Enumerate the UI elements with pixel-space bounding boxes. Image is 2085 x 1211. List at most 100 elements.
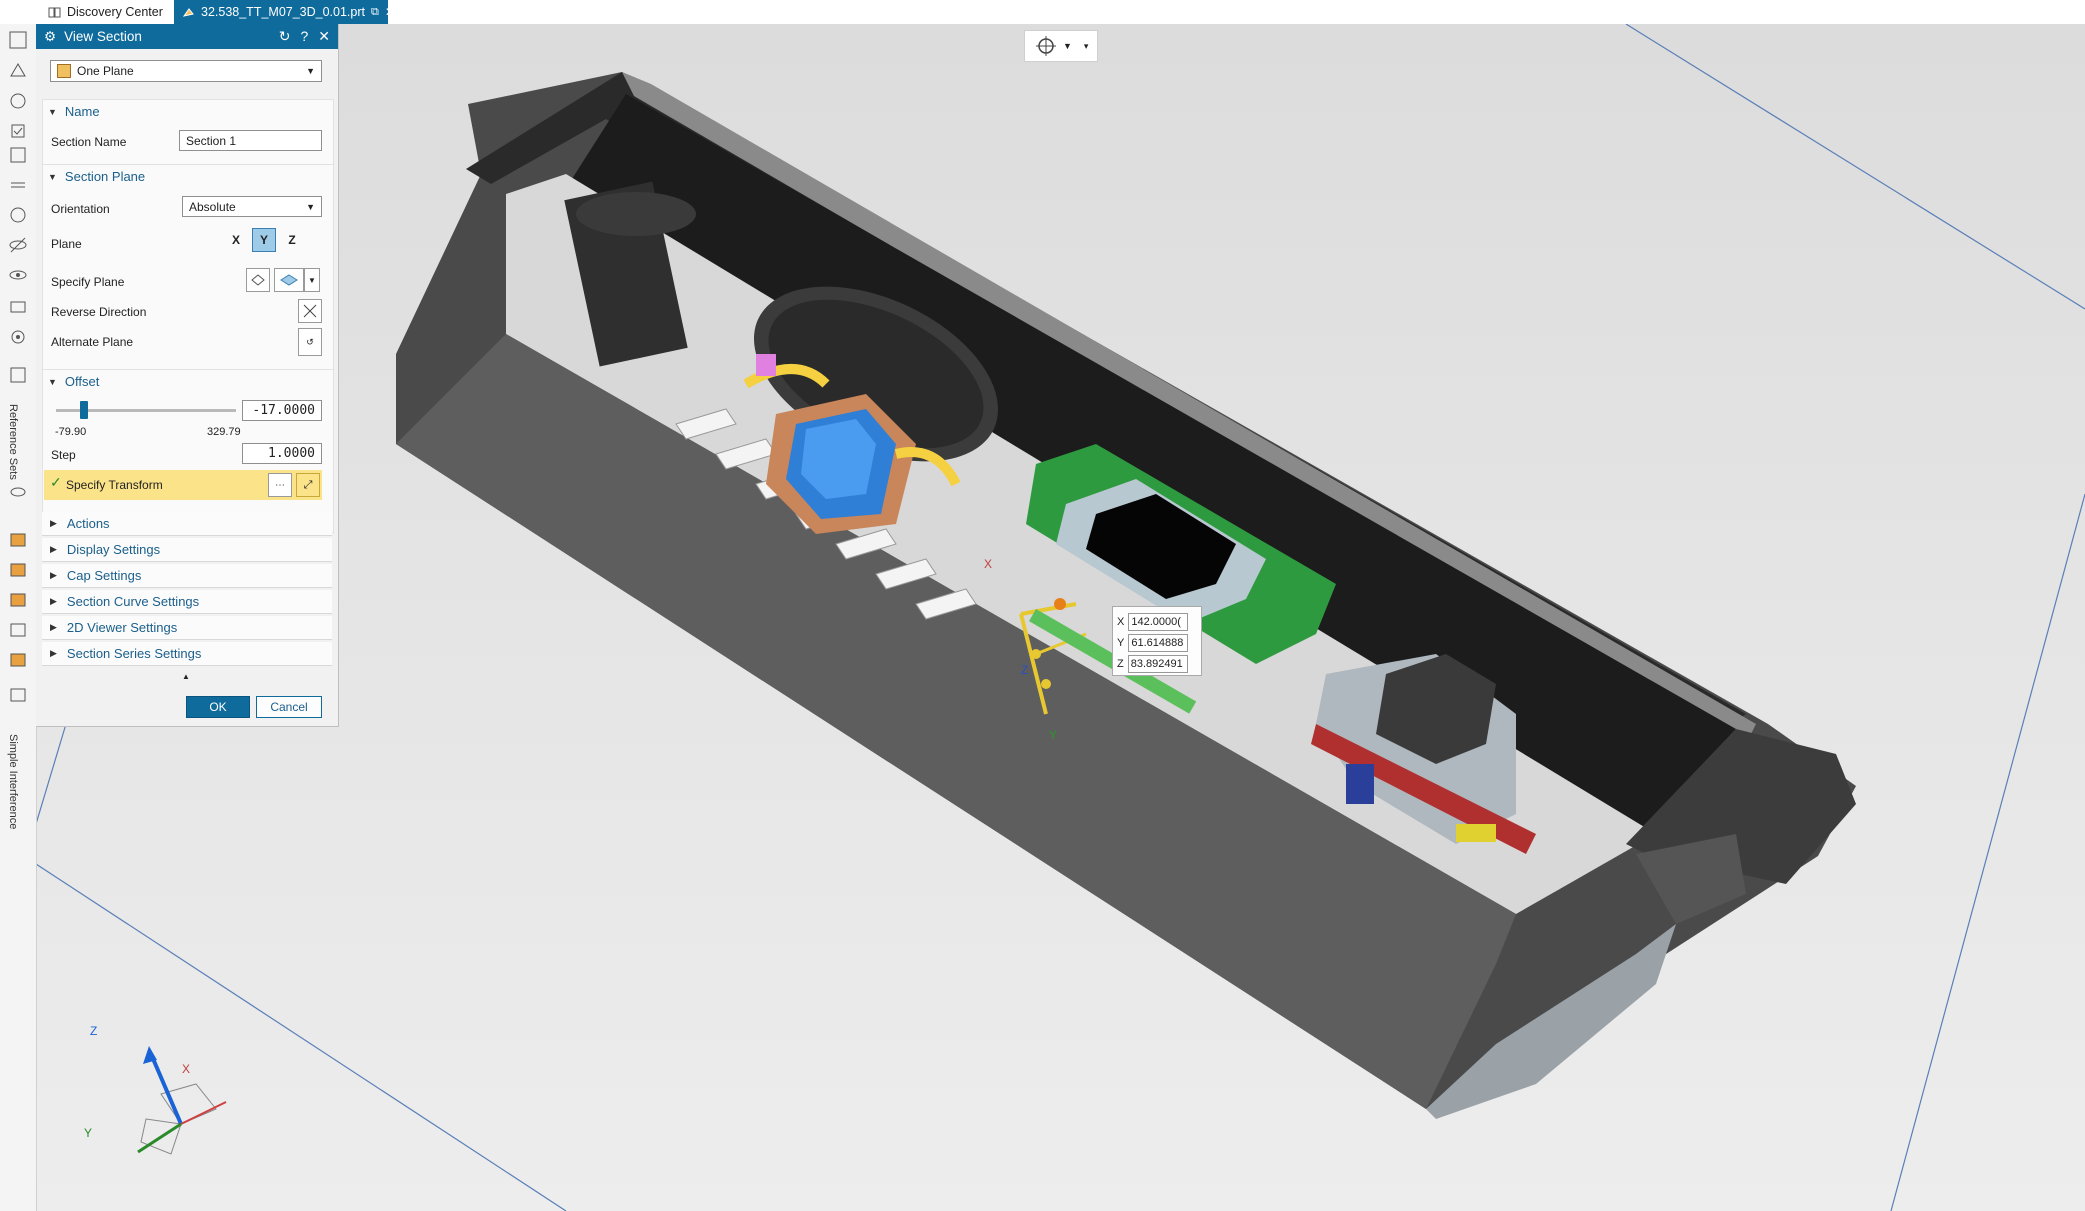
coordinate-entry: X 142.0000( Y 61.614888 Z 83.892491	[1112, 606, 1202, 676]
document-tab-bar: Discovery Center 32.538_TT_M07_3D_0.01.p…	[0, 0, 2085, 25]
interference-icon[interactable]	[7, 684, 29, 706]
eye-icon[interactable]	[7, 264, 29, 286]
offset-value-input[interactable]: -17.0000	[242, 400, 322, 421]
step-label: Step	[51, 448, 76, 462]
menu-icon[interactable]	[7, 174, 29, 196]
svg-text:Z: Z	[1021, 663, 1028, 677]
dialog-title-bar: ⚙ View Section ↻ ? ✕	[36, 24, 338, 49]
box-icon[interactable]	[7, 559, 29, 581]
ok-button[interactable]: OK	[186, 696, 250, 718]
assembly-navigator-icon[interactable]	[7, 29, 29, 51]
tab-discovery-center[interactable]: Discovery Center	[40, 0, 186, 24]
chevron-up-icon[interactable]: ▲	[182, 672, 190, 681]
chevron-down-icon[interactable]: ▼	[1063, 41, 1072, 51]
offset-slider-thumb[interactable]	[79, 401, 88, 419]
constraint-icon[interactable]	[7, 90, 29, 112]
specify-plane-button[interactable]	[246, 268, 270, 292]
section-name-input[interactable]: Section 1	[179, 130, 322, 151]
y-coord-field[interactable]: 61.614888	[1128, 634, 1189, 652]
gear-icon[interactable]	[7, 326, 29, 348]
chevron-down-icon: ▼	[306, 201, 315, 212]
plane-icon	[251, 274, 265, 286]
reverse-direction-button[interactable]	[298, 299, 322, 323]
plane-y-button[interactable]: Y	[252, 228, 276, 252]
x-coord-field[interactable]: 142.0000(	[1128, 613, 1189, 631]
csys-button[interactable]: ⤢	[296, 473, 320, 497]
checkmark-icon: ✓	[50, 474, 62, 490]
chevron-right-icon: ▶	[50, 518, 57, 528]
popout-icon[interactable]: ⧉	[371, 6, 379, 19]
layer-icon[interactable]	[7, 204, 29, 226]
chevron-right-icon: ▶	[50, 622, 57, 632]
view-section-dialog: ⚙ View Section ↻ ? ✕ One Plane ▼ ▼ Name S…	[36, 24, 339, 727]
type-select-value: One Plane	[77, 64, 134, 78]
checkbox-icon[interactable]	[7, 120, 29, 142]
plane-icon	[280, 274, 298, 286]
tab-part-file[interactable]: 32.538_TT_M07_3D_0.01.prt ⧉ ✕	[174, 0, 395, 24]
dialog-title: View Section	[64, 29, 142, 44]
reverse-icon	[303, 304, 317, 318]
name-section-header[interactable]: ▼ Name	[48, 104, 100, 119]
step-value-input[interactable]: 1.0000	[242, 443, 322, 464]
section-curve-settings-section[interactable]: ▶ Section Curve Settings	[42, 590, 332, 614]
chevron-down-icon: ▼	[48, 106, 57, 117]
close-icon[interactable]: ✕	[318, 28, 330, 45]
offset-section-header[interactable]: ▼ Offset	[48, 374, 99, 389]
cap-settings-section[interactable]: ▶ Cap Settings	[42, 564, 332, 588]
svg-text:Y: Y	[1049, 728, 1057, 742]
chevron-down-icon[interactable]: ▾	[1084, 41, 1089, 52]
actions-section[interactable]: ▶ Actions	[42, 512, 332, 536]
view-icon[interactable]	[7, 479, 29, 501]
chevron-right-icon: ▶	[50, 648, 57, 658]
section-icon[interactable]	[7, 296, 29, 318]
svg-text:X: X	[984, 557, 992, 571]
plane-z-button[interactable]: Z	[280, 228, 304, 252]
plane-x-button[interactable]: X	[224, 228, 248, 252]
y-coord-label: Y	[1117, 637, 1125, 649]
plane-dialog-button[interactable]	[274, 268, 304, 292]
simple-interference-label[interactable]: Simple Interference	[7, 734, 19, 829]
point-dialog-button[interactable]: ⋯	[268, 473, 292, 497]
z-coord-field[interactable]: 83.892491	[1127, 655, 1188, 673]
offset-max-label: 329.79	[207, 426, 241, 438]
section-plane-header[interactable]: ▼ Section Plane	[48, 169, 145, 184]
alternate-plane-button[interactable]: ↺	[298, 328, 322, 356]
specify-plane-label: Specify Plane	[51, 275, 125, 289]
reference-sets-icon[interactable]	[7, 364, 29, 386]
2d-viewer-settings-section[interactable]: ▶ 2D Viewer Settings	[42, 616, 332, 640]
resource-bar: Reference Sets Simple Interference	[0, 24, 37, 1211]
reset-icon[interactable]: ↻	[279, 28, 291, 45]
point-icon: ⋯	[275, 479, 285, 491]
chevron-right-icon: ▶	[50, 570, 57, 580]
cancel-button[interactable]: Cancel	[256, 696, 322, 718]
csys-icon: ⤢	[303, 478, 313, 491]
cycle-icon: ↺	[306, 336, 314, 347]
chevron-right-icon: ▶	[50, 544, 57, 554]
box-icon[interactable]	[7, 529, 29, 551]
orientation-select[interactable]: Absolute ▼	[182, 196, 322, 217]
display-settings-section[interactable]: ▶ Display Settings	[42, 538, 332, 562]
section-series-settings-section[interactable]: ▶ Section Series Settings	[42, 642, 332, 666]
box-icon[interactable]	[7, 619, 29, 641]
close-icon[interactable]: ✕	[385, 5, 395, 19]
roles-icon[interactable]	[7, 144, 29, 166]
x-coord-label: X	[1117, 616, 1125, 628]
plane-type-icon	[57, 64, 71, 78]
gear-icon: ⚙	[44, 28, 57, 44]
triad-z-label: Z	[90, 1024, 98, 1038]
box-icon[interactable]	[7, 649, 29, 671]
orientation-label: Orientation	[51, 202, 110, 216]
hide-icon[interactable]	[7, 234, 29, 256]
crosshair-icon[interactable]	[1035, 35, 1057, 57]
book-icon	[48, 6, 61, 19]
reverse-direction-label: Reverse Direction	[51, 305, 147, 319]
graphics-viewport[interactable]: X Z Y Z X Y	[36, 24, 2085, 1211]
snap-point-toolbar[interactable]: ▼ ▾	[1024, 30, 1098, 62]
help-icon[interactable]: ?	[300, 28, 308, 45]
chevron-down-icon: ▼	[48, 376, 57, 387]
type-select[interactable]: One Plane ▼	[50, 60, 322, 82]
reference-sets-label[interactable]: Reference Sets	[7, 404, 19, 480]
plane-options-dropdown[interactable]: ▼	[304, 268, 320, 292]
part-navigator-icon[interactable]	[7, 60, 29, 82]
box-icon[interactable]	[7, 589, 29, 611]
